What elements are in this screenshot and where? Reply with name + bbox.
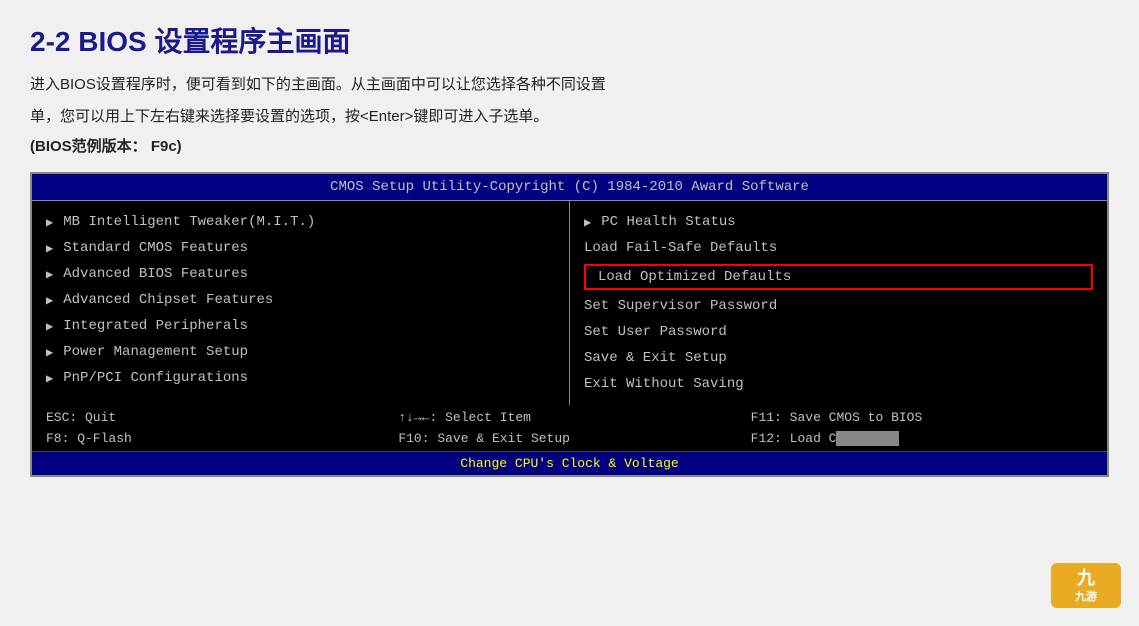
arrow-icon: ▶ <box>46 215 53 230</box>
bios-left-item[interactable]: ▶ PnP/PCI Configurations <box>32 365 569 391</box>
bios-right-item[interactable]: Set User Password <box>570 319 1107 345</box>
bios-status-bar: Change CPU's Clock & Voltage <box>32 451 1107 475</box>
bios-item-label: Save & Exit Setup <box>584 350 727 366</box>
bios-left-item[interactable]: ▶ MB Intelligent Tweaker(M.I.T.) <box>32 209 569 235</box>
footer-esc: ESC: Quit <box>42 408 392 427</box>
watermark: 九 九游 <box>1051 563 1121 608</box>
footer-f10: F10: Save & Exit Setup <box>394 429 744 448</box>
footer-f12: F12: Load C████ ███ <box>747 429 1097 448</box>
bios-item-label: Integrated Peripherals <box>63 318 248 334</box>
description-line2: 单，您可以用上下左右键来选择要设置的选项，按<Enter>键即可进入子选单。 <box>30 104 1109 130</box>
bios-item-label: PC Health Status <box>601 214 735 230</box>
bios-item-label: MB Intelligent Tweaker(M.I.T.) <box>63 214 315 230</box>
arrow-icon: ▶ <box>584 215 591 230</box>
bios-screen: CMOS Setup Utility-Copyright (C) 1984-20… <box>30 172 1109 477</box>
bios-header: CMOS Setup Utility-Copyright (C) 1984-20… <box>32 174 1107 200</box>
bios-body: ▶ MB Intelligent Tweaker(M.I.T.) ▶ Standard… <box>32 200 1107 405</box>
arrow-icon: ▶ <box>46 345 53 360</box>
bios-item-label: Advanced Chipset Features <box>63 292 273 308</box>
bios-item-label: Standard CMOS Features <box>63 240 248 256</box>
bios-left-item[interactable]: ▶ Standard CMOS Features <box>32 235 569 261</box>
description-line1: 进入BIOS设置程序时，便可看到如下的主画面。从主画面中可以让您选择各种不同设置 <box>30 72 1109 98</box>
arrow-icon: ▶ <box>46 319 53 334</box>
bios-left-item[interactable]: ▶ Integrated Peripherals <box>32 313 569 339</box>
bios-left-column: ▶ MB Intelligent Tweaker(M.I.T.) ▶ Standard… <box>32 201 570 405</box>
arrow-icon: ▶ <box>46 293 53 308</box>
arrow-icon: ▶ <box>46 267 53 282</box>
footer-f8: F8: Q-Flash <box>42 429 392 448</box>
bios-item-label: Power Management Setup <box>63 344 248 360</box>
bios-item-label: Set Supervisor Password <box>584 298 777 314</box>
bios-right-item[interactable]: Exit Without Saving <box>570 371 1107 397</box>
bios-item-label: Load Fail-Safe Defaults <box>584 240 777 256</box>
bios-item-label: Set User Password <box>584 324 727 340</box>
bios-right-item[interactable]: Save & Exit Setup <box>570 345 1107 371</box>
arrow-icon: ▶ <box>46 371 53 386</box>
bios-left-item[interactable]: ▶ Advanced Chipset Features <box>32 287 569 313</box>
bios-right-item[interactable]: Load Fail-Safe Defaults <box>570 235 1107 261</box>
bios-footer-grid: ESC: Quit ↑↓→←: Select Item F11: Save CM… <box>32 405 1107 451</box>
bios-right-item[interactable]: Set Supervisor Password <box>570 293 1107 319</box>
arrow-icon: ▶ <box>46 241 53 256</box>
watermark-icon: 九 九游 <box>1075 567 1097 605</box>
bios-footer: ESC: Quit ↑↓→←: Select Item F11: Save CM… <box>32 405 1107 475</box>
page-title: 2-2 BIOS 设置程序主画面 <box>30 20 1109 60</box>
bios-right-item-highlighted[interactable]: Load Optimized Defaults <box>584 264 1093 290</box>
footer-select: ↑↓→←: Select Item <box>394 408 744 427</box>
bios-left-item[interactable]: ▶ Advanced BIOS Features <box>32 261 569 287</box>
bios-item-label: PnP/PCI Configurations <box>63 370 248 386</box>
bios-left-item[interactable]: ▶ Power Management Setup <box>32 339 569 365</box>
bios-item-label: Advanced BIOS Features <box>63 266 248 282</box>
bios-item-label: Exit Without Saving <box>584 376 744 392</box>
bios-right-column: ▶ PC Health Status Load Fail-Safe Defaults… <box>570 201 1107 405</box>
version-note: (BIOS范例版本： F9c) <box>30 135 1109 156</box>
footer-f11: F11: Save CMOS to BIOS <box>747 408 1097 427</box>
bios-right-item[interactable]: ▶ PC Health Status <box>570 209 1107 235</box>
